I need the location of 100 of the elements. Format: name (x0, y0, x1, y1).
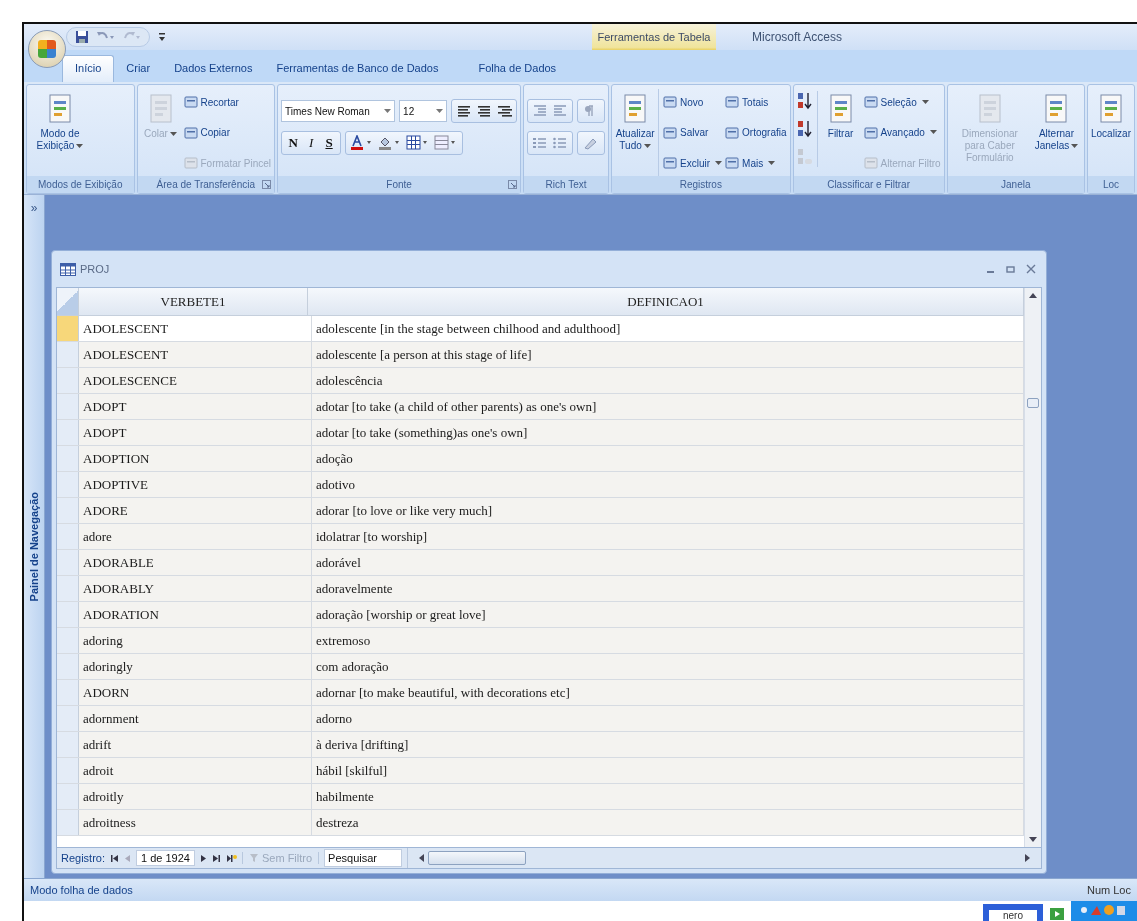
ribbon-button[interactable]: Seleção (863, 91, 941, 113)
ribbon-button[interactable]: Totais (725, 91, 787, 113)
align-icon[interactable] (456, 104, 473, 118)
row-selector[interactable] (57, 394, 79, 419)
ribbon-button[interactable]: Mais (725, 152, 787, 174)
row-selector[interactable] (57, 472, 79, 497)
customize-icon[interactable] (158, 32, 166, 42)
ribbon-tab[interactable]: Folha de Dados (460, 56, 575, 82)
table-title: PROJ (80, 263, 110, 275)
table-cell: adorno (312, 706, 1024, 731)
record-position-field[interactable]: 1 de 1924 (136, 850, 195, 866)
row-selector[interactable] (57, 654, 79, 679)
row-selector[interactable] (57, 628, 79, 653)
group-label: Rich Text (545, 179, 587, 190)
next-record-icon[interactable] (199, 853, 207, 863)
caret-icon (715, 160, 723, 166)
ribbon-tab[interactable]: Dados Externos (162, 56, 265, 82)
scroll-down-icon[interactable] (1029, 837, 1037, 843)
ribbon-button[interactable]: Ortografia (725, 121, 787, 144)
ribbon-button[interactable]: Novo (663, 91, 723, 113)
expand-toggle[interactable]: » (30, 201, 38, 215)
restore-icon[interactable] (1006, 264, 1016, 274)
ribbon-button[interactable]: Excluir (663, 152, 723, 174)
row-selector[interactable] (57, 342, 79, 367)
table-cell: ADOLESCENT (79, 342, 312, 367)
command-icon (725, 95, 740, 109)
group-label: Loc (1102, 179, 1120, 190)
row-selector[interactable] (57, 758, 79, 783)
command-icon (863, 156, 878, 170)
row-selector[interactable] (57, 576, 79, 601)
row-selector[interactable] (57, 498, 79, 523)
scroll-left-icon[interactable] (418, 854, 425, 862)
select-all-corner[interactable] (57, 288, 79, 315)
command-icon (183, 156, 198, 170)
new-record-icon[interactable] (225, 853, 237, 863)
row-selector[interactable] (57, 368, 79, 393)
table-cell: adoção (312, 446, 1024, 471)
align-icon[interactable] (496, 104, 513, 118)
row-selector[interactable] (57, 732, 79, 757)
close-icon[interactable] (1026, 264, 1036, 274)
scroll-up-icon[interactable] (1029, 292, 1037, 298)
table-cell: destreza (312, 810, 1024, 835)
table-cell: adornment (79, 706, 312, 731)
row-selector[interactable] (57, 784, 79, 809)
ribbon-button[interactable]: Alternar Janelas (1031, 91, 1081, 152)
dialog-launcher-icon[interactable] (508, 180, 518, 189)
group-label: Modos de Exibição (38, 179, 123, 190)
font-style-button[interactable]: N (286, 135, 301, 151)
taskbar-button[interactable]: nero (983, 904, 1043, 921)
row-selector[interactable] (57, 446, 79, 471)
scroll-right-icon[interactable] (1025, 854, 1031, 862)
ribbon-tab[interactable]: Criar (114, 56, 163, 82)
ribbon-tab[interactable]: Início (62, 55, 115, 82)
ribbon-button[interactable]: Modo de Exibição (30, 91, 90, 152)
last-record-icon[interactable] (211, 853, 221, 863)
previous-record-icon[interactable] (124, 853, 132, 863)
row-selector[interactable] (57, 810, 79, 835)
caret-icon (169, 131, 177, 137)
play-tray-icon[interactable] (1049, 907, 1065, 921)
font-style-button[interactable]: S (322, 135, 337, 151)
align-icon[interactable] (476, 104, 493, 118)
office-button[interactable] (28, 30, 66, 68)
caret-icon (921, 99, 929, 105)
numbered-list-icon[interactable] (532, 136, 549, 150)
sort-ascending-icon[interactable] (796, 91, 813, 111)
record-label: Registro: (61, 852, 106, 864)
search-field[interactable]: Pesquisar (324, 849, 403, 867)
font-size-dropdown[interactable]: 12 (399, 100, 448, 122)
ribbon-button[interactable]: Filtrar (820, 91, 861, 140)
vertical-scrollbar[interactable] (1024, 288, 1041, 847)
ribbon-button[interactable]: Salvar (663, 121, 723, 144)
ribbon-button[interactable]: Atualizar Tudo (615, 91, 656, 152)
scrollbar-thumb[interactable] (428, 851, 527, 865)
ribbon-button[interactable]: Avançado (863, 121, 941, 144)
caret-icon (76, 143, 84, 149)
row-selector[interactable] (57, 602, 79, 627)
font-name-dropdown[interactable]: Times New Roman (281, 100, 396, 122)
outdent-icon[interactable] (552, 104, 569, 118)
ribbon-button[interactable]: Copiar (183, 121, 272, 144)
navigation-pane[interactable]: » Painel de Navegação (24, 195, 45, 878)
row-selector[interactable] (57, 420, 79, 445)
indent-icon[interactable] (532, 104, 549, 118)
first-record-icon[interactable] (110, 853, 120, 863)
ribbon-button[interactable]: Recortar (183, 91, 272, 113)
row-selector[interactable] (57, 706, 79, 731)
dialog-launcher-icon[interactable] (262, 180, 272, 189)
save-icon[interactable] (75, 30, 89, 44)
row-selector[interactable] (57, 680, 79, 705)
scrollbar-thumb[interactable] (1027, 398, 1039, 408)
ribbon-tab[interactable]: Ferramentas de Banco de Dados (264, 56, 451, 82)
group-label: Registros (679, 179, 722, 190)
sort-descending-icon[interactable] (796, 119, 813, 139)
ribbon-button[interactable]: Localizar (1090, 91, 1131, 140)
row-selector[interactable] (57, 524, 79, 549)
caret-icon (436, 108, 444, 114)
clear-sort-icon[interactable] (796, 147, 813, 167)
font-style-button[interactable]: I (304, 135, 319, 151)
bullet-list-icon[interactable] (552, 136, 569, 150)
row-selector[interactable] (57, 550, 79, 575)
column-header[interactable]: VERBETE1 (79, 288, 308, 315)
